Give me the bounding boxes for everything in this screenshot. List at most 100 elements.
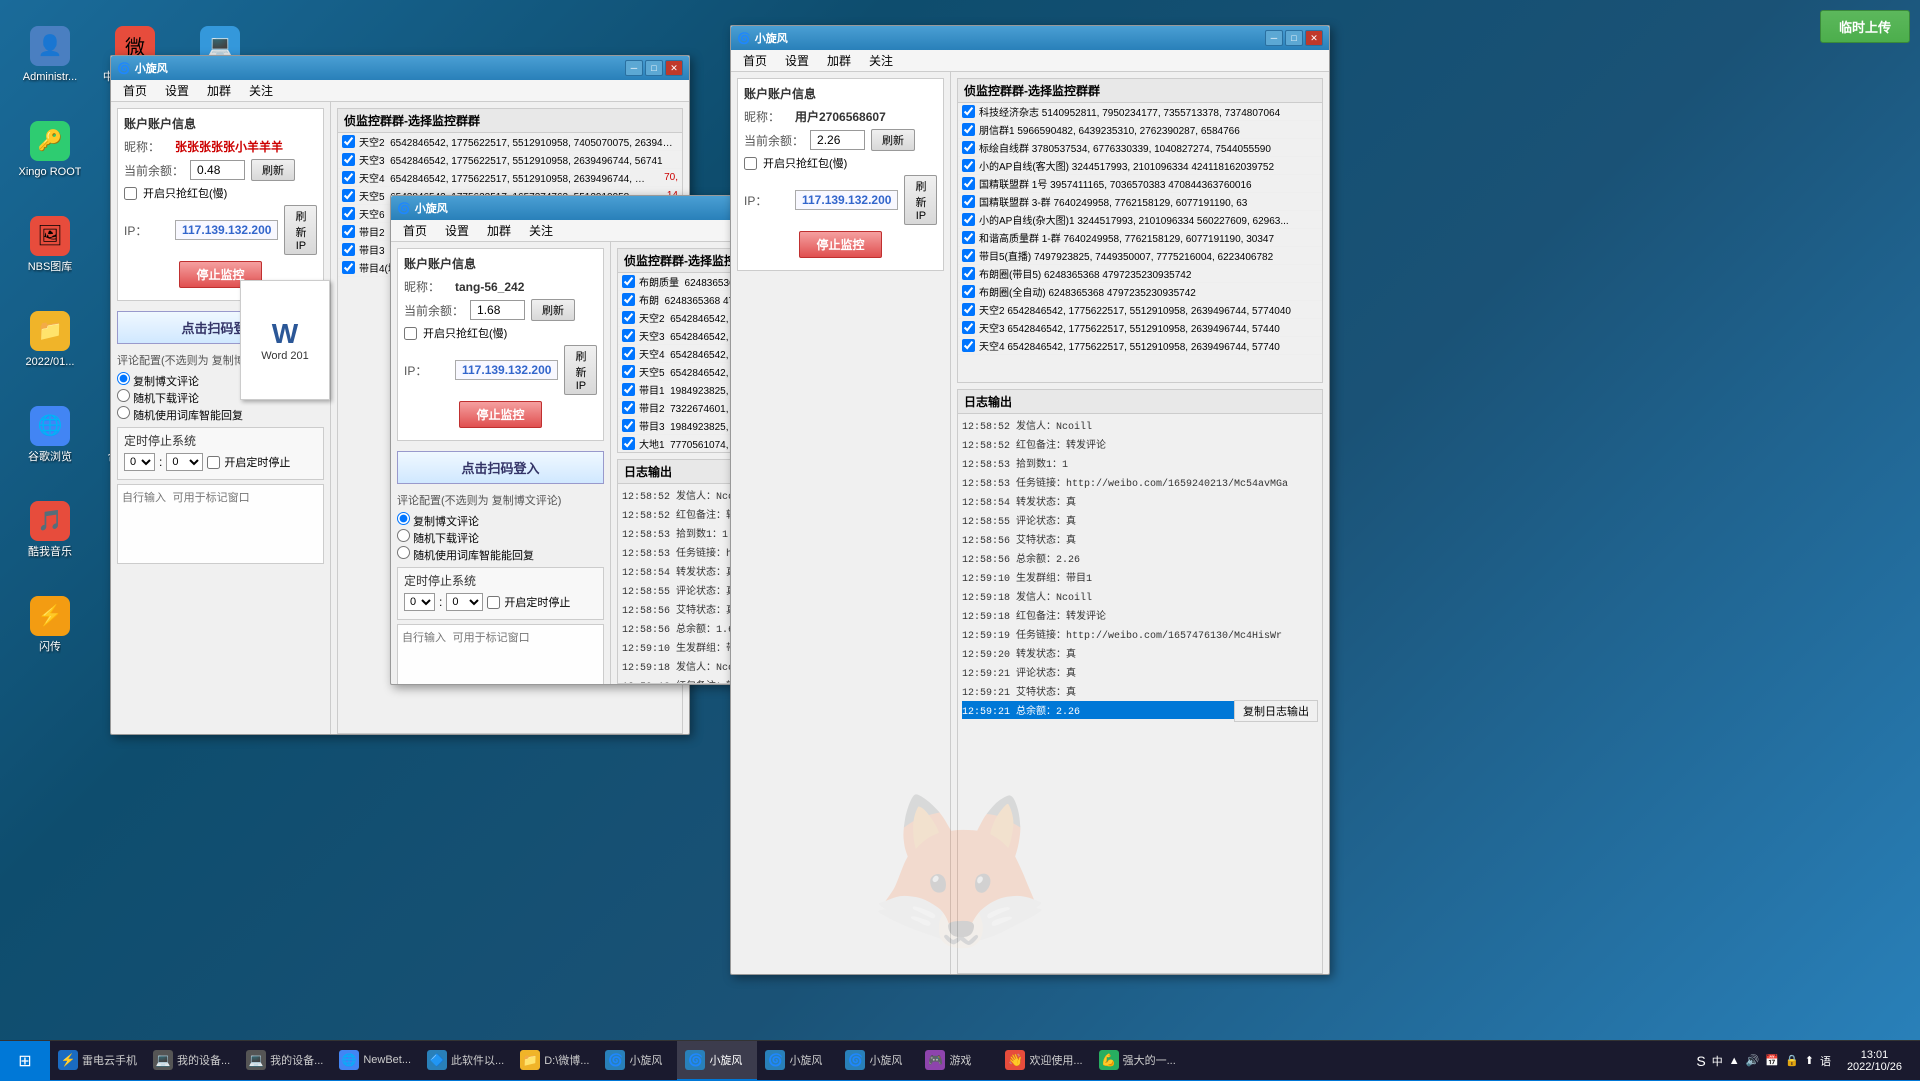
monitor-check-3-8[interactable] [962, 249, 975, 262]
desktop-icon-kuwo[interactable]: 🎵 酷我音乐 [10, 485, 90, 575]
monitor-check-3-1[interactable] [962, 123, 975, 136]
stop-monitor-btn-2[interactable]: 停止监控 [459, 401, 541, 428]
monitor-check-1-0[interactable] [342, 135, 355, 148]
monitor-check-2-8[interactable] [622, 419, 635, 432]
monitor-check-2-1[interactable] [622, 293, 635, 306]
monitor-check-2-3[interactable] [622, 329, 635, 342]
monitor-check-2-7[interactable] [622, 401, 635, 414]
refresh-ip-btn-1[interactable]: 刷新IP [284, 205, 317, 255]
timer-hour-select-2[interactable]: 01 [404, 593, 435, 611]
stop-monitor-btn-3[interactable]: 停止监控 [799, 231, 881, 258]
redpacket-checkbox-1[interactable] [124, 187, 137, 200]
redpacket-checkbox-2[interactable] [404, 327, 417, 340]
taskbar-item-newbet[interactable]: 🌐 NewBet... [331, 1041, 419, 1081]
desktop-icon-admin[interactable]: 👤 Administr... [10, 10, 90, 100]
menu-follow-2[interactable]: 关注 [521, 220, 561, 241]
monitor-check-3-12[interactable] [962, 321, 975, 334]
taskbar-item-wind4[interactable]: 🌀 小旋风 [837, 1041, 917, 1081]
maximize-btn-1[interactable]: □ [645, 60, 663, 76]
menu-settings-2[interactable]: 设置 [437, 220, 477, 241]
menu-home-1[interactable]: 首页 [115, 80, 155, 101]
desktop-icon-xingo[interactable]: 🔑 Xingo ROOT [10, 105, 90, 195]
timer-enable-checkbox-2[interactable] [487, 596, 500, 609]
monitor-check-2-5[interactable] [622, 365, 635, 378]
balance-input-2[interactable] [470, 300, 525, 320]
menu-home-3[interactable]: 首页 [735, 50, 775, 71]
monitor-check-2-2[interactable] [622, 311, 635, 324]
refresh-balance-btn-2[interactable]: 刷新 [531, 299, 575, 321]
close-btn-3[interactable]: ✕ [1305, 30, 1323, 46]
monitor-check-3-10[interactable] [962, 285, 975, 298]
refresh-balance-btn-3[interactable]: 刷新 [871, 129, 915, 151]
desktop-icon-shine[interactable]: ⚡ 闪传 [10, 580, 90, 670]
menu-group-1[interactable]: 加群 [199, 80, 239, 101]
notes-textarea-1[interactable] [117, 484, 324, 564]
scan-login-btn-2[interactable]: 点击扫码登入 [397, 451, 604, 484]
refresh-balance-btn-1[interactable]: 刷新 [251, 159, 295, 181]
comment-radio-ai-1[interactable] [117, 406, 130, 419]
monitor-check-1-1[interactable] [342, 153, 355, 166]
monitor-check-1-2[interactable] [342, 171, 355, 184]
refresh-ip-btn-2[interactable]: 刷新IP [564, 345, 597, 395]
close-btn-1[interactable]: ✕ [665, 60, 683, 76]
monitor-check-3-2[interactable] [962, 141, 975, 154]
timer-hour-select-1[interactable]: 012 [124, 453, 155, 471]
desktop-icon-nbs[interactable]: 🖼 NBS图库 [10, 200, 90, 290]
menu-follow-3[interactable]: 关注 [861, 50, 901, 71]
taskbar-item-folder[interactable]: 📁 D:\微博... [512, 1041, 597, 1081]
taskbar-item-wind2[interactable]: 🌀 小旋风 [677, 1041, 757, 1081]
menu-settings-3[interactable]: 设置 [777, 50, 817, 71]
minimize-btn-1[interactable]: ─ [625, 60, 643, 76]
taskbar-item-strong[interactable]: 💪 强大的一... [1091, 1041, 1184, 1081]
comment-radio-copy-2[interactable] [397, 512, 410, 525]
monitor-check-1-6[interactable] [342, 243, 355, 256]
minimize-btn-3[interactable]: ─ [1265, 30, 1283, 46]
timer-enable-checkbox-1[interactable] [207, 456, 220, 469]
monitor-check-3-0[interactable] [962, 105, 975, 118]
monitor-check-3-3[interactable] [962, 159, 975, 172]
monitor-check-3-11[interactable] [962, 303, 975, 316]
desktop-icon-chrome[interactable]: 🌐 谷歌浏览 [10, 390, 90, 480]
balance-input-3[interactable] [810, 130, 865, 150]
monitor-check-3-4[interactable] [962, 177, 975, 190]
monitor-check-1-7[interactable] [342, 261, 355, 274]
refresh-ip-btn-3[interactable]: 刷新IP [904, 175, 937, 225]
menu-home-2[interactable]: 首页 [395, 220, 435, 241]
word-thumbnail[interactable]: W Word 201 [240, 280, 330, 400]
monitor-check-1-4[interactable] [342, 207, 355, 220]
taskbar-item-game[interactable]: 🎮 游戏 [917, 1041, 997, 1081]
copy-log-btn-3[interactable]: 复制日志输出 [1234, 700, 1318, 722]
monitor-check-2-6[interactable] [622, 383, 635, 396]
taskbar-item-software[interactable]: 🔷 此软件以... [419, 1041, 512, 1081]
start-button[interactable]: ⊞ [0, 1041, 50, 1081]
menu-group-2[interactable]: 加群 [479, 220, 519, 241]
taskbar-item-mydevice2[interactable]: 💻 我的设备... [238, 1041, 331, 1081]
notes-textarea-2[interactable] [397, 624, 604, 684]
monitor-check-2-4[interactable] [622, 347, 635, 360]
menu-group-3[interactable]: 加群 [819, 50, 859, 71]
upload-button[interactable]: 临时上传 [1820, 10, 1910, 43]
monitor-check-1-3[interactable] [342, 189, 355, 202]
taskbar-item-mydevice1[interactable]: 💻 我的设备... [145, 1041, 238, 1081]
timer-min-select-2[interactable]: 01530 [446, 593, 483, 611]
taskbar-item-wind3[interactable]: 🌀 小旋风 [757, 1041, 837, 1081]
taskbar-item-thunder[interactable]: ⚡ 雷电云手机 [50, 1041, 145, 1081]
taskbar-item-welcome[interactable]: 👋 欢迎使用... [997, 1041, 1090, 1081]
menu-settings-1[interactable]: 设置 [157, 80, 197, 101]
monitor-check-3-13[interactable] [962, 339, 975, 352]
desktop-icon-folder[interactable]: 📁 2022/01... [10, 295, 90, 385]
comment-radio-random-1[interactable] [117, 389, 130, 402]
comment-radio-copy-1[interactable] [117, 372, 130, 385]
monitor-check-2-0[interactable] [622, 275, 635, 288]
maximize-btn-3[interactable]: □ [1285, 30, 1303, 46]
menu-follow-1[interactable]: 关注 [241, 80, 281, 101]
redpacket-checkbox-3[interactable] [744, 157, 757, 170]
comment-radio-random-2[interactable] [397, 529, 410, 542]
taskbar-item-wind1[interactable]: 🌀 小旋风 [597, 1041, 677, 1081]
monitor-check-3-9[interactable] [962, 267, 975, 280]
monitor-check-3-6[interactable] [962, 213, 975, 226]
monitor-check-2-9[interactable] [622, 437, 635, 450]
timer-min-select-1[interactable]: 0153045 [166, 453, 203, 471]
monitor-check-1-5[interactable] [342, 225, 355, 238]
balance-input-1[interactable] [190, 160, 245, 180]
